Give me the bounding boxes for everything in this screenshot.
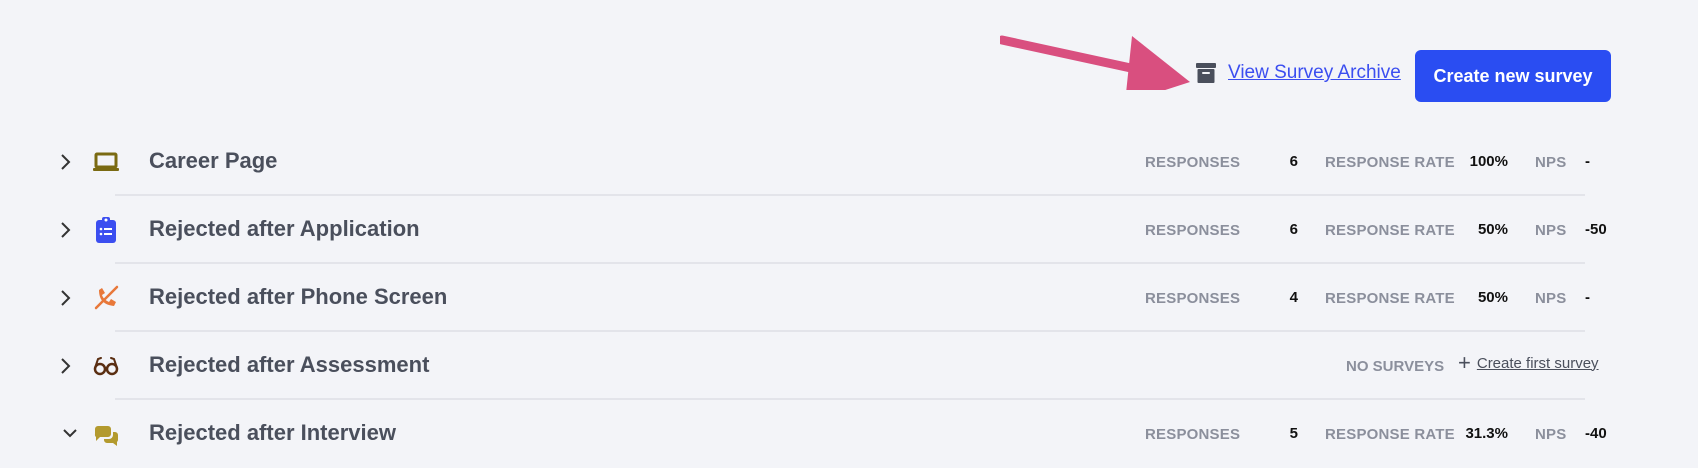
row-title: Career Page [149,148,278,173]
view-survey-archive-label[interactable]: View Survey Archive [1228,62,1401,84]
responses-value: 5 [1289,425,1298,442]
laptop-icon [93,152,119,171]
chevron-right-icon[interactable] [58,288,74,308]
response-rate-label: RESPONSE RATE [1325,426,1455,443]
responses-value: 6 [1289,153,1298,170]
nps-label: NPS [1535,154,1567,171]
survey-row-rejected-after-interview[interactable]: Rejected after Interview RESPONSES 5 RES… [0,400,1698,468]
annotation-arrow [1000,35,1190,90]
responses-value: 6 [1289,221,1298,238]
responses-label: RESPONSES [1145,222,1241,239]
nps-value: - [1585,153,1590,170]
plus-icon: + [1458,350,1471,375]
nps-label: NPS [1535,222,1567,239]
row-title: Rejected after Application [149,216,420,241]
survey-row-career-page[interactable]: Career Page RESPONSES 6 RESPONSE RATE 10… [0,128,1698,196]
responses-label: RESPONSES [1145,290,1241,307]
no-surveys-label: NO SURVEYS [1346,358,1445,375]
top-bar: View Survey Archive Create new survey [0,0,1698,120]
survey-row-rejected-after-assessment[interactable]: Rejected after Assessment NO SURVEYS + C… [0,332,1698,400]
nps-value: -50 [1585,221,1607,238]
chevron-down-icon[interactable] [62,424,78,444]
responses-value: 4 [1289,289,1298,306]
create-new-survey-button[interactable]: Create new survey [1415,50,1611,102]
create-first-survey-link[interactable]: + Create first survey [1458,350,1599,375]
chevron-right-icon[interactable] [58,356,74,376]
responses-label: RESPONSES [1145,426,1241,443]
archive-box-icon [1196,63,1216,83]
survey-row-rejected-after-application[interactable]: Rejected after Application RESPONSES 6 R… [0,196,1698,264]
response-rate-label: RESPONSE RATE [1325,290,1455,307]
nps-label: NPS [1535,426,1567,443]
chevron-right-icon[interactable] [58,220,74,240]
glasses-icon [93,357,119,376]
chevron-right-icon[interactable] [58,152,74,172]
responses-label: RESPONSES [1145,154,1241,171]
row-title: Rejected after Assessment [149,352,430,377]
row-title: Rejected after Interview [149,420,396,445]
create-first-survey-label[interactable]: Create first survey [1477,355,1599,372]
response-rate-value: 50% [1477,289,1508,306]
clipboard-list-icon [96,217,116,243]
nps-label: NPS [1535,290,1567,307]
phone-slash-icon [94,285,119,310]
response-rate-value: 50% [1477,221,1508,238]
chat-bubbles-icon [94,426,118,446]
response-rate-value: 100% [1469,153,1508,170]
survey-row-rejected-after-phone-screen[interactable]: Rejected after Phone Screen RESPONSES 4 … [0,264,1698,332]
nps-value: -40 [1585,425,1607,442]
row-title: Rejected after Phone Screen [149,284,448,309]
nps-value: - [1585,289,1590,306]
response-rate-label: RESPONSE RATE [1325,154,1455,171]
response-rate-label: RESPONSE RATE [1325,222,1455,239]
response-rate-value: 31.3% [1465,425,1508,442]
view-survey-archive-link[interactable]: View Survey Archive [1196,62,1401,84]
